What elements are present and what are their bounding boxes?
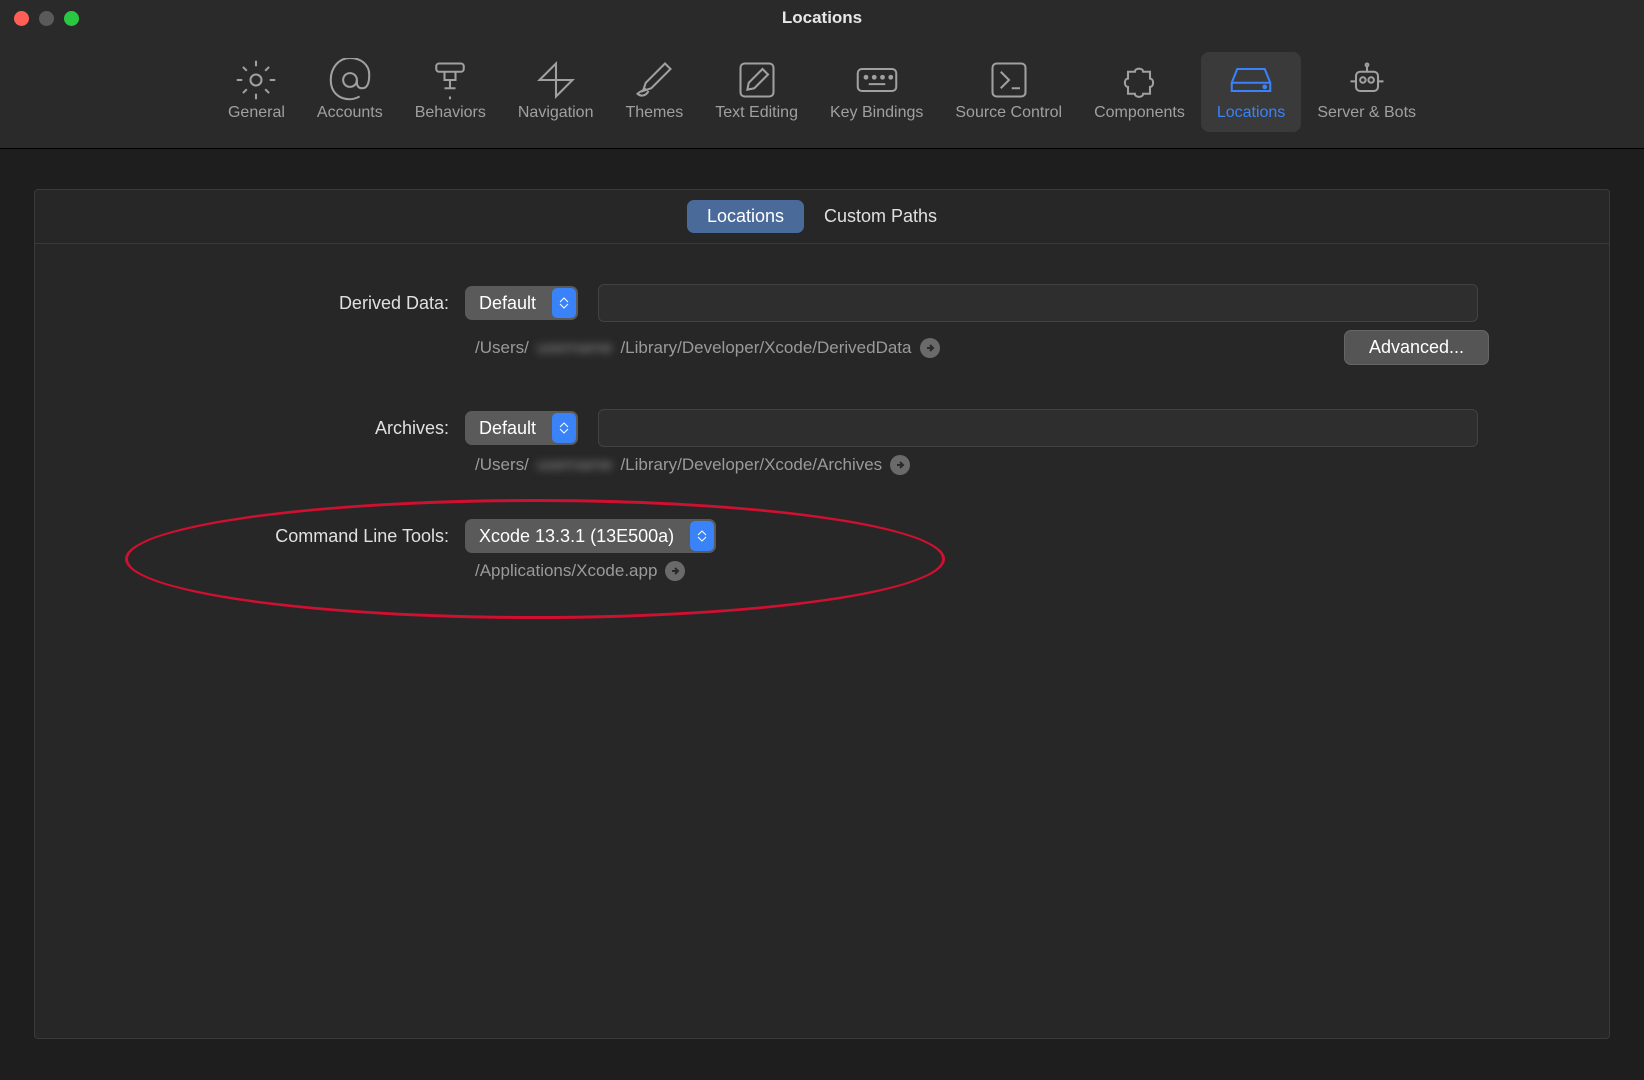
robot-icon bbox=[1345, 62, 1389, 98]
dropdown-value: Xcode 13.3.1 (13E500a) bbox=[465, 521, 688, 552]
puzzle-icon bbox=[1117, 62, 1161, 98]
traffic-lights bbox=[0, 11, 79, 26]
archives-path: /Users/username/Library/Developer/Xcode/… bbox=[475, 455, 910, 475]
behaviors-icon bbox=[428, 62, 472, 98]
chevron-updown-icon bbox=[552, 288, 576, 318]
edit-icon bbox=[735, 62, 779, 98]
tab-label: Key Bindings bbox=[830, 104, 923, 122]
sub-tabs: Locations Custom Paths bbox=[35, 190, 1609, 244]
tab-source-control[interactable]: Source Control bbox=[939, 52, 1078, 132]
archives-dropdown[interactable]: Default bbox=[465, 411, 578, 445]
tab-label: Server & Bots bbox=[1317, 104, 1416, 122]
locations-panel: Locations Custom Paths Derived Data: Def… bbox=[34, 189, 1610, 1039]
derived-data-label: Derived Data: bbox=[65, 293, 465, 314]
chevron-updown-icon bbox=[690, 521, 714, 551]
annotation-highlight bbox=[125, 499, 945, 619]
reveal-in-finder-icon[interactable] bbox=[920, 338, 940, 358]
tab-label: Locations bbox=[1217, 104, 1286, 122]
reveal-in-finder-icon[interactable] bbox=[665, 561, 685, 581]
tab-label: Themes bbox=[625, 104, 683, 122]
source-control-icon bbox=[987, 62, 1031, 98]
tab-themes[interactable]: Themes bbox=[609, 52, 699, 132]
tab-label: Text Editing bbox=[715, 104, 798, 122]
tab-behaviors[interactable]: Behaviors bbox=[399, 52, 502, 132]
tab-key-bindings[interactable]: Key Bindings bbox=[814, 52, 939, 132]
minimize-button[interactable] bbox=[39, 11, 54, 26]
tab-accounts[interactable]: Accounts bbox=[301, 52, 399, 132]
preferences-toolbar: General Accounts Behaviors Navigation Th… bbox=[0, 36, 1644, 149]
dropdown-value: Default bbox=[465, 413, 550, 444]
tab-label: General bbox=[228, 104, 285, 122]
reveal-in-finder-icon[interactable] bbox=[890, 455, 910, 475]
close-button[interactable] bbox=[14, 11, 29, 26]
gear-icon bbox=[234, 62, 278, 98]
tab-components[interactable]: Components bbox=[1078, 52, 1201, 132]
disk-icon bbox=[1229, 62, 1273, 98]
tab-label: Source Control bbox=[955, 104, 1062, 122]
dropdown-value: Default bbox=[465, 288, 550, 319]
at-icon bbox=[328, 62, 372, 98]
tab-label: Accounts bbox=[317, 104, 383, 122]
archives-path-input[interactable] bbox=[598, 409, 1478, 447]
subtab-locations[interactable]: Locations bbox=[687, 200, 804, 233]
brush-icon bbox=[632, 62, 676, 98]
titlebar: Locations bbox=[0, 0, 1644, 36]
tab-locations[interactable]: Locations bbox=[1201, 52, 1302, 132]
cmd-line-tools-path: /Applications/Xcode.app bbox=[475, 561, 685, 581]
redacted-username: username bbox=[537, 455, 613, 475]
tab-general[interactable]: General bbox=[212, 52, 301, 132]
tab-navigation[interactable]: Navigation bbox=[502, 52, 610, 132]
derived-data-path-input[interactable] bbox=[598, 284, 1478, 322]
navigation-icon bbox=[534, 62, 578, 98]
tab-label: Components bbox=[1094, 104, 1185, 122]
redacted-username: username bbox=[537, 338, 613, 358]
tab-label: Navigation bbox=[518, 104, 594, 122]
cmd-line-tools-dropdown[interactable]: Xcode 13.3.1 (13E500a) bbox=[465, 519, 716, 553]
maximize-button[interactable] bbox=[64, 11, 79, 26]
advanced-button[interactable]: Advanced... bbox=[1344, 330, 1489, 365]
tab-text-editing[interactable]: Text Editing bbox=[699, 52, 814, 132]
tab-label: Behaviors bbox=[415, 104, 486, 122]
window-title: Locations bbox=[782, 8, 862, 28]
chevron-updown-icon bbox=[552, 413, 576, 443]
cmd-line-tools-label: Command Line Tools: bbox=[65, 526, 465, 547]
keyboard-icon bbox=[855, 62, 899, 98]
derived-data-dropdown[interactable]: Default bbox=[465, 286, 578, 320]
subtab-custom-paths[interactable]: Custom Paths bbox=[804, 200, 957, 233]
tab-server-bots[interactable]: Server & Bots bbox=[1301, 52, 1432, 132]
derived-data-path: /Users/username/Library/Developer/Xcode/… bbox=[475, 338, 940, 358]
archives-label: Archives: bbox=[65, 418, 465, 439]
